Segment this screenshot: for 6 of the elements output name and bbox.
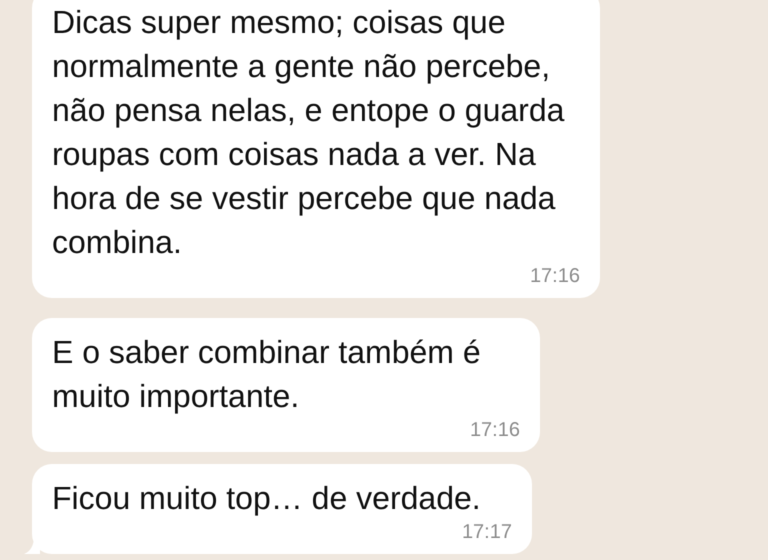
message-text: Ficou muito top… de verdade.: [52, 479, 482, 518]
message-time: 17:16: [530, 264, 580, 289]
message-text: E o saber combinar também é muito importante.: [52, 333, 482, 416]
message-time: 17:17: [462, 520, 512, 545]
message-text: Dicas super mesmo; coisas que normalmente a gente não percebe, não pensa nelas, e entope o guarda roupas com coisas nada a ver. Na hora de se vestir percebe que nada combina.: [52, 3, 566, 262]
message-time: 17:16: [470, 418, 520, 443]
